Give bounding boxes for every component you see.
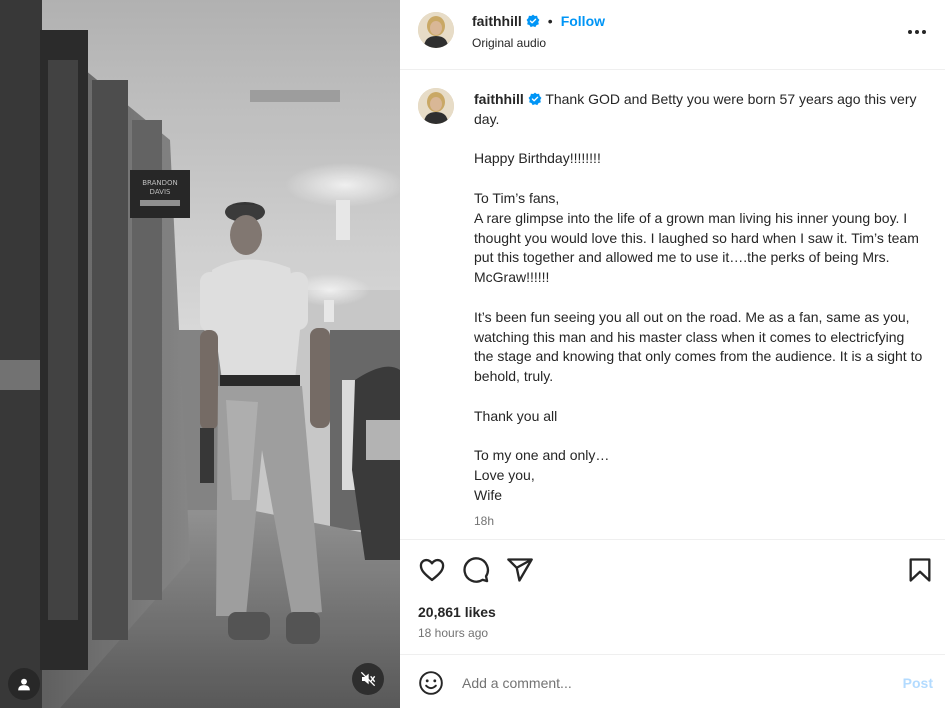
- post-timestamp[interactable]: 18 hours ago: [418, 626, 488, 640]
- caption-timestamp[interactable]: 18h: [474, 514, 494, 528]
- verified-badge-icon: [528, 92, 542, 106]
- post-actions: 20,861 likes 18 hours ago: [400, 540, 945, 655]
- profile-photo: [418, 12, 454, 48]
- post-caption: faithhill Thank GOD and Betty you were b…: [474, 90, 924, 506]
- share-icon[interactable]: [506, 556, 534, 584]
- tagged-users-button[interactable]: [8, 668, 40, 700]
- heart-icon[interactable]: [418, 556, 446, 584]
- avatar[interactable]: [418, 88, 454, 124]
- comment-icon[interactable]: [462, 556, 490, 584]
- original-audio-link[interactable]: Original audio: [472, 36, 546, 50]
- more-icon: [908, 30, 926, 34]
- muted-speaker-icon: [360, 671, 376, 687]
- more-options-button[interactable]: [905, 20, 929, 44]
- post-media[interactable]: BRANDON DAVIS: [0, 0, 400, 708]
- avatar[interactable]: [418, 12, 454, 48]
- comment-input[interactable]: [462, 672, 862, 694]
- comment-bar: Post: [400, 656, 945, 708]
- author-username[interactable]: faithhill: [472, 13, 522, 29]
- video-frame: BRANDON DAVIS: [0, 0, 400, 708]
- post-details-panel: faithhill • Follow Original audio faithh…: [400, 0, 945, 708]
- user-tag-icon: [18, 678, 30, 691]
- caption-username[interactable]: faithhill: [474, 91, 524, 107]
- unmute-button[interactable]: [352, 663, 384, 695]
- emoji-icon[interactable]: [418, 670, 444, 696]
- follow-button[interactable]: Follow: [561, 13, 605, 29]
- separator-dot: •: [547, 13, 553, 29]
- post-header: faithhill • Follow Original audio: [400, 0, 945, 70]
- bookmark-icon[interactable]: [906, 556, 934, 584]
- post-comment-button[interactable]: Post: [903, 675, 933, 691]
- caption-section: faithhill Thank GOD and Betty you were b…: [400, 70, 945, 540]
- profile-photo: [418, 88, 454, 124]
- likes-count[interactable]: 20,861 likes: [418, 604, 496, 620]
- verified-badge-icon: [526, 14, 540, 28]
- caption-text: Thank GOD and Betty you were born 57 yea…: [474, 91, 923, 503]
